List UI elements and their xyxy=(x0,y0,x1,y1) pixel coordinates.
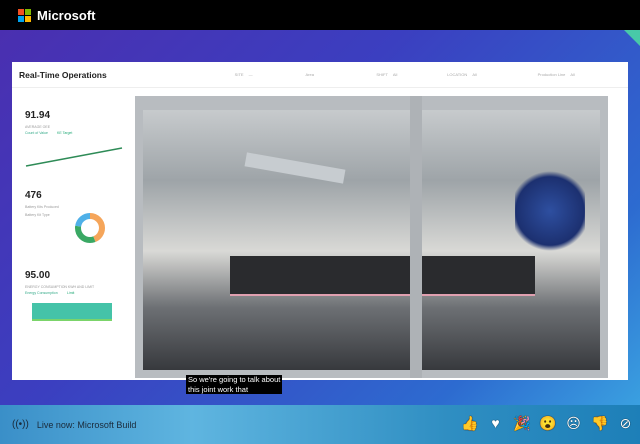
video-player[interactable] xyxy=(135,96,608,378)
filter-label: SHIFT xyxy=(376,72,388,77)
filter-label: SITE xyxy=(234,72,244,77)
filter-shift[interactable]: SHIFT All xyxy=(376,72,435,77)
filter-site[interactable]: SITE — xyxy=(235,72,294,77)
oee-label: AVERAGE OEE xyxy=(25,125,51,129)
kits-value: 476 xyxy=(25,190,42,201)
oee-value: 91.94 xyxy=(25,110,51,121)
live-caption: So we're going to talk about this joint … xyxy=(186,375,283,394)
energy-label: ENERGY CONSUMPTION KWH AND LIMIT xyxy=(25,285,95,289)
bottom-bar: ((•)) Live now: Microsoft Build 👍 ♥ 🎉 😮 … xyxy=(0,405,640,444)
thumbs-down-icon[interactable]: 👎 xyxy=(591,415,608,432)
brand-name: Microsoft xyxy=(37,7,96,23)
top-bar: Microsoft xyxy=(0,0,640,30)
surprised-icon[interactable]: 😮 xyxy=(539,415,556,432)
oee-legend-2: KE Target xyxy=(57,131,73,135)
broadcast-icon: ((•)) xyxy=(12,419,29,430)
filter-value: All xyxy=(570,72,575,77)
filter-area[interactable]: Area xyxy=(306,72,365,77)
live-label: Live now: xyxy=(36,419,75,430)
energy-area-chart xyxy=(32,303,112,321)
frame-post xyxy=(410,96,422,378)
oee-line xyxy=(25,147,123,167)
filter-label: Production Line xyxy=(537,72,566,77)
dashboard-title: Real-Time Operations xyxy=(19,69,107,80)
blue-robot xyxy=(515,166,585,256)
kits-donut-chart xyxy=(75,213,105,243)
filter-label: LOCATION xyxy=(447,72,468,77)
heart-icon[interactable]: ♥ xyxy=(487,415,504,432)
oee-line-chart xyxy=(25,147,123,167)
conveyor xyxy=(230,256,535,296)
filter-label: Area xyxy=(305,72,314,77)
sad-icon[interactable]: ☹ xyxy=(565,415,582,432)
energy-value: 95.00 xyxy=(25,270,51,281)
kits-label: Battery Kits Produced xyxy=(25,205,59,209)
thumbs-up-icon[interactable]: 👍 xyxy=(461,415,478,432)
filter-value: All xyxy=(472,72,477,77)
filter-location[interactable]: LOCATION All xyxy=(447,72,525,77)
energy-legend-1: Energy Consumption xyxy=(25,291,58,295)
oee-legend-1: Count of Value xyxy=(25,131,48,135)
caption-line: this joint work that xyxy=(188,384,249,394)
celebrate-icon[interactable]: 🎉 xyxy=(513,415,530,432)
event-name: Microsoft Build xyxy=(77,419,137,430)
filter-value: All xyxy=(392,72,398,77)
energy-legend-2: Limit xyxy=(67,291,75,295)
reactions: 👍 ♥ 🎉 😮 ☹ 👎 ⊘ xyxy=(461,415,634,432)
kit-type-legend: Battery Kit Type xyxy=(25,213,50,217)
disable-reactions-icon[interactable]: ⊘ xyxy=(617,415,634,432)
microsoft-logo-icon xyxy=(18,8,31,22)
corner-accent xyxy=(624,30,640,46)
filter-production-line[interactable]: Production Line All xyxy=(538,72,616,77)
kpi-panel: 91.94 AVERAGE OEE Count of Value KE Targ… xyxy=(12,92,134,380)
live-indicator: ((•)) Live now: Microsoft Build xyxy=(12,419,136,430)
caption-line: So we're going to talk about xyxy=(188,375,281,384)
filter-value: — xyxy=(248,72,253,77)
dashboard-header: Real-Time Operations SITE — Area SHIFT All… xyxy=(12,62,628,88)
